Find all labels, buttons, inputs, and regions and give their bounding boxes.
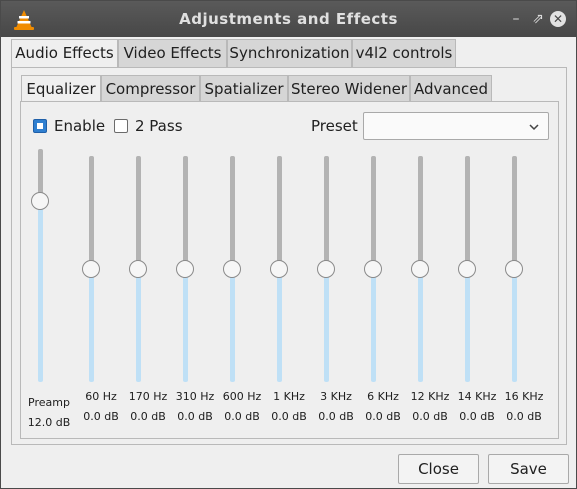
band-8-track-upper — [465, 156, 470, 269]
band-1-track-upper — [136, 156, 141, 269]
preset-select[interactable] — [363, 112, 549, 140]
band-7-handle[interactable] — [411, 260, 429, 278]
band-gain-value: 0.0 dB — [83, 410, 119, 423]
band-freq-label: 1 KHz — [273, 390, 305, 403]
band-6-slider[interactable] — [358, 156, 388, 382]
save-button[interactable]: Save — [488, 454, 569, 484]
band-gain-value: 0.0 dB — [177, 410, 213, 423]
adjustments-window: Adjustments and Effects – ⇗ ✕ Audio Effe… — [0, 0, 577, 489]
band-3-slider[interactable] — [217, 156, 247, 382]
two-pass-checkbox[interactable] — [114, 119, 128, 133]
preamp-label: Preamp — [28, 396, 70, 409]
band-8-track-lower — [465, 269, 470, 382]
band-freq-label: 310 Hz — [175, 390, 215, 403]
tab-spatializer[interactable]: Spatializer — [200, 75, 288, 102]
tab-advanced[interactable]: Advanced — [410, 75, 492, 102]
band-1-handle[interactable] — [129, 260, 147, 278]
band-7-track-lower — [418, 269, 423, 382]
band-5-track-lower — [324, 269, 329, 382]
band-9-slider[interactable] — [499, 156, 529, 382]
band-freq-label: 60 Hz — [85, 390, 117, 403]
band-5-handle[interactable] — [317, 260, 335, 278]
band-0-handle[interactable] — [82, 260, 100, 278]
band-gain-value: 0.0 dB — [271, 410, 307, 423]
preamp-value: 12.0 dB — [27, 416, 71, 429]
band-gain-value: 0.0 dB — [130, 410, 166, 423]
band-0-slider[interactable] — [76, 156, 106, 382]
two-pass-label: 2 Pass — [135, 117, 183, 135]
band-5-slider[interactable] — [311, 156, 341, 382]
tab-compressor[interactable]: Compressor — [101, 75, 200, 102]
tab-synchronization[interactable]: Synchronization — [227, 39, 352, 68]
band-9-track-lower — [512, 269, 517, 382]
preamp-slider[interactable] — [25, 149, 55, 382]
band-gain-value: 0.0 dB — [365, 410, 401, 423]
band-gain-value: 0.0 dB — [412, 410, 448, 423]
tab-audio-effects[interactable]: Audio Effects — [11, 39, 118, 69]
band-1-track-lower — [136, 269, 141, 382]
band-2-handle[interactable] — [176, 260, 194, 278]
band-freq-label: 12 KHz — [410, 390, 450, 403]
maximize-icon[interactable]: ⇗ — [529, 10, 547, 28]
band-freq-label: 170 Hz — [128, 390, 168, 403]
band-gain-value: 0.0 dB — [318, 410, 354, 423]
band-7-slider[interactable] — [405, 156, 435, 382]
band-4-track-upper — [277, 156, 282, 269]
band-3-handle[interactable] — [223, 260, 241, 278]
band-freq-label: 14 KHz — [457, 390, 497, 403]
band-9-track-upper — [512, 156, 517, 269]
tab-v4l2-controls[interactable]: v4l2 controls — [352, 39, 456, 68]
band-8-slider[interactable] — [452, 156, 482, 382]
preamp-handle[interactable] — [31, 192, 49, 210]
band-freq-label: 600 Hz — [222, 390, 262, 403]
band-0-track-lower — [89, 269, 94, 382]
window-title: Adjustments and Effects — [179, 10, 398, 28]
close-button[interactable]: Close — [398, 454, 479, 484]
band-4-handle[interactable] — [270, 260, 288, 278]
band-gain-value: 0.0 dB — [506, 410, 542, 423]
chevron-down-icon — [529, 124, 539, 131]
band-gain-value: 0.0 dB — [224, 410, 260, 423]
tab-video-effects[interactable]: Video Effects — [118, 39, 227, 68]
preset-label: Preset — [311, 117, 358, 135]
band-gain-value: 0.0 dB — [459, 410, 495, 423]
tab-equalizer[interactable]: Equalizer — [21, 75, 101, 102]
band-2-slider[interactable] — [170, 156, 200, 382]
band-5-track-upper — [324, 156, 329, 269]
band-8-handle[interactable] — [458, 260, 476, 278]
enable-checkbox[interactable] — [33, 119, 47, 133]
enable-label: Enable — [54, 117, 106, 135]
band-3-track-upper — [230, 156, 235, 269]
band-0-track-upper — [89, 156, 94, 269]
minimize-icon[interactable]: – — [507, 10, 525, 28]
band-6-track-lower — [371, 269, 376, 382]
band-freq-label: 16 KHz — [504, 390, 544, 403]
band-2-track-upper — [183, 156, 188, 269]
title-bar[interactable]: Adjustments and Effects – ⇗ ✕ — [1, 1, 576, 37]
band-2-track-lower — [183, 269, 188, 382]
band-4-track-lower — [277, 269, 282, 382]
band-3-track-lower — [230, 269, 235, 382]
band-6-handle[interactable] — [364, 260, 382, 278]
band-7-track-upper — [418, 156, 423, 269]
band-4-slider[interactable] — [264, 156, 294, 382]
band-freq-label: 3 KHz — [320, 390, 352, 403]
band-6-track-upper — [371, 156, 376, 269]
band-1-slider[interactable] — [123, 156, 153, 382]
band-9-handle[interactable] — [505, 260, 523, 278]
tab-stereo-widener[interactable]: Stereo Widener — [288, 75, 410, 102]
close-icon[interactable]: ✕ — [549, 10, 567, 28]
band-freq-label: 6 KHz — [367, 390, 399, 403]
preamp-track-lower — [38, 201, 43, 382]
